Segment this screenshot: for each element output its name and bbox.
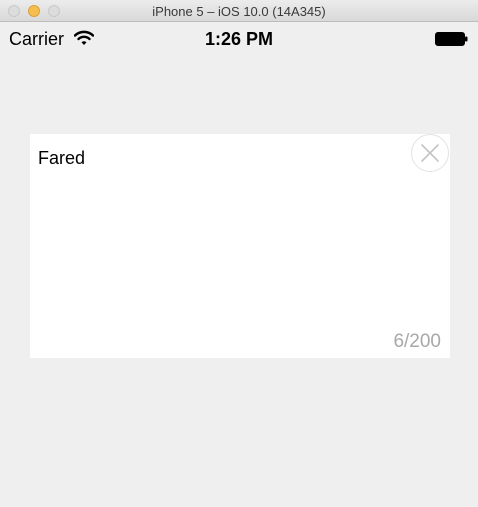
text-input-card[interactable]: Fared 6/200	[30, 134, 450, 358]
status-bar: Carrier 1:26 PM	[0, 22, 478, 56]
window-title: iPhone 5 – iOS 10.0 (14A345)	[152, 4, 326, 19]
text-view-content[interactable]: Fared	[38, 148, 85, 169]
window-titlebar: iPhone 5 – iOS 10.0 (14A345)	[0, 0, 478, 22]
character-counter: 6/200	[393, 331, 441, 352]
status-time: 1:26 PM	[204, 29, 274, 49]
close-icon	[421, 144, 439, 162]
battery-icon	[435, 32, 468, 46]
clear-button[interactable]	[411, 134, 449, 172]
